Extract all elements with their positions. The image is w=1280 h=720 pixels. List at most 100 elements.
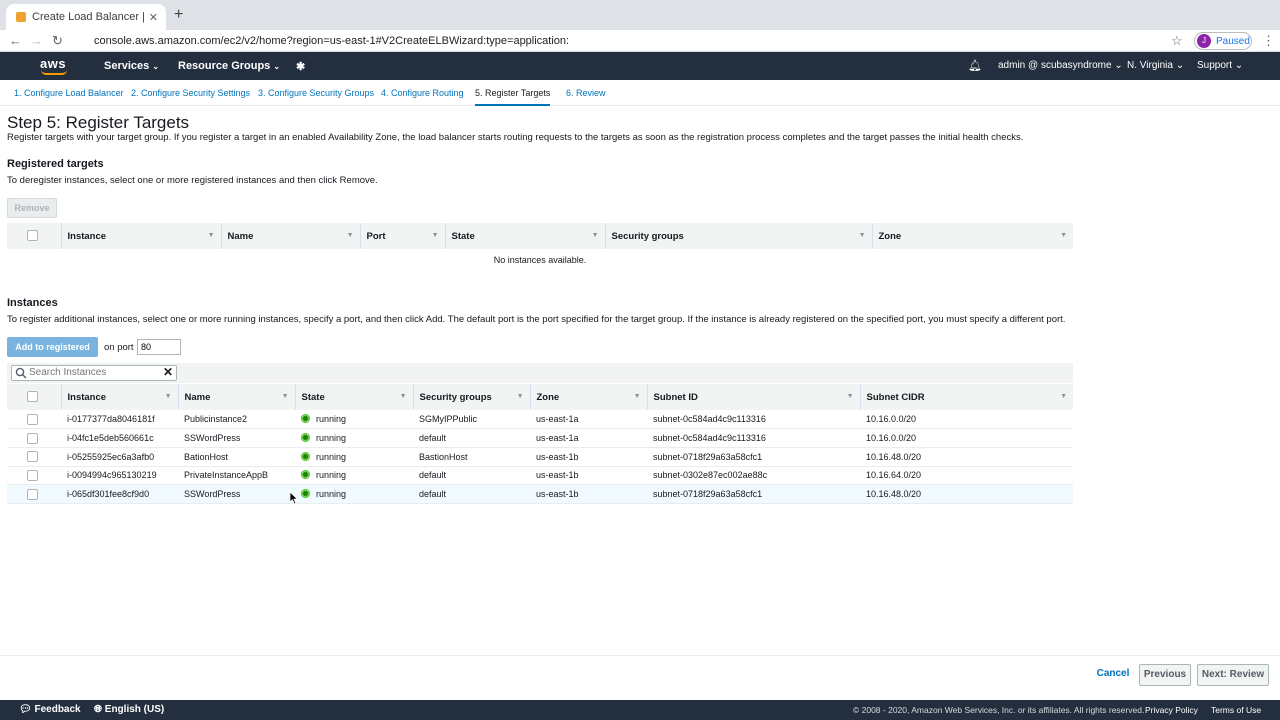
browser-toolbar: ← → ↻ console.aws.amazon.com/ec2/v2/home… — [0, 30, 1280, 52]
checkbox[interactable] — [27, 488, 38, 500]
checkbox[interactable] — [27, 451, 38, 463]
table-row[interactable]: i-04fc1e5deb560661c SSWordPress running … — [7, 428, 1073, 448]
col-zone[interactable]: Zone ▼ — [871, 223, 1073, 249]
col-state[interactable]: State ▼ — [444, 223, 605, 249]
col-label: Security groups — [419, 391, 492, 403]
step-5[interactable]: 5. Register Targets — [475, 88, 551, 106]
checkbox[interactable] — [27, 230, 38, 242]
row-checkbox-cell[interactable] — [7, 484, 61, 504]
profile-button[interactable]: J Paused — [1194, 32, 1252, 50]
privacy-link[interactable]: Privacy Policy — [1145, 705, 1198, 715]
bookmark-star-icon[interactable]: ☆ — [1171, 33, 1183, 49]
col-label: Subnet CIDR — [866, 391, 925, 403]
select-all-registered[interactable] — [7, 223, 61, 249]
browser-menu-icon[interactable]: ⋮ — [1262, 33, 1275, 49]
col-port[interactable]: Port ▼ — [359, 223, 445, 249]
col-label: State — [451, 230, 475, 242]
empty-message: No instances available. — [493, 254, 587, 265]
checkbox[interactable] — [27, 432, 38, 444]
step-4[interactable]: 4. Configure Routing — [381, 88, 464, 98]
table-row[interactable]: i-0177377da8046181f Publicinstance2 runn… — [7, 410, 1073, 430]
browser-tab[interactable]: Create Load Balancer | EC2 Ma ✕ — [6, 4, 166, 30]
table-row[interactable]: i-05255925ec6a3afb0 BationHost running B… — [7, 447, 1073, 467]
col-name[interactable]: Name ▼ — [220, 223, 360, 249]
col-label: Zone — [536, 391, 560, 403]
col-name[interactable]: Name ▼ — [177, 384, 295, 410]
tab-title: Create Load Balancer | EC2 Ma — [32, 11, 148, 23]
col-label: Name — [227, 230, 254, 242]
step-2[interactable]: 2. Configure Security Settings — [131, 88, 250, 98]
instance-id: i-065df301fee8cf9d0 — [61, 484, 178, 504]
col-security-groups[interactable]: Security groups ▼ — [604, 223, 872, 249]
instances-table: Instance ▼ Name ▼ State ▼ Security groups ▼ … — [7, 384, 1073, 504]
step-1[interactable]: 1. Configure Load Balancer — [14, 88, 124, 98]
table-row[interactable]: i-065df301fee8cf9d0 SSWordPress running … — [7, 484, 1073, 504]
col-subnet-cidr[interactable]: Subnet CIDR ▼ — [859, 384, 1073, 410]
step-3[interactable]: 3. Configure Security Groups — [258, 88, 374, 98]
row-checkbox-cell[interactable] — [7, 428, 61, 448]
col-label: Name — [184, 391, 211, 403]
col-instance[interactable]: Instance ▼ — [60, 223, 221, 249]
add-to-registered-button[interactable]: Add to registered — [7, 337, 98, 357]
row-checkbox-cell[interactable] — [7, 447, 61, 467]
running-status-icon — [301, 414, 310, 424]
registered-targets-desc: To deregister instances, select one or m… — [7, 175, 378, 186]
search-input[interactable] — [29, 366, 159, 379]
language-selector[interactable]: 🌐︎ English (US) — [94, 704, 164, 715]
cancel-button[interactable]: Cancel — [1093, 664, 1133, 686]
account-menu[interactable]: admin @ scubasyndrome ⌄ — [998, 60, 1123, 71]
search-icon — [15, 367, 27, 379]
checkbox[interactable] — [27, 469, 38, 481]
port-input[interactable] — [137, 339, 181, 355]
back-icon[interactable]: ← — [9, 33, 22, 49]
select-all-instances[interactable] — [7, 384, 61, 410]
instance-id: i-04fc1e5deb560661c — [61, 428, 178, 448]
table-row[interactable]: i-0094994c965130219 PrivateInstanceAppB … — [7, 466, 1073, 486]
instances-desc: To register additional instances, select… — [7, 314, 1066, 325]
row-checkbox-cell[interactable] — [7, 410, 61, 430]
smile-icon — [41, 70, 67, 75]
new-tab-button[interactable]: + — [174, 7, 183, 23]
col-instance[interactable]: Instance ▼ — [60, 384, 178, 410]
col-state[interactable]: State ▼ — [294, 384, 413, 410]
region-menu[interactable]: N. Virginia ⌄ — [1127, 60, 1184, 71]
pin-icon[interactable]: ✱ — [296, 60, 305, 73]
remove-button[interactable]: Remove — [7, 198, 57, 218]
row-checkbox-cell[interactable] — [7, 466, 61, 486]
col-security-groups[interactable]: Security groups ▼ — [412, 384, 530, 410]
clear-search-icon[interactable]: ✕ — [163, 366, 173, 378]
col-label: State — [301, 391, 325, 403]
chat-icon: 💬︎ — [19, 704, 32, 715]
services-label: Services — [104, 60, 150, 72]
support-menu[interactable]: Support ⌄ — [1197, 60, 1243, 71]
resource-groups-menu[interactable]: Resource Groups ⌄ — [178, 60, 280, 72]
bell-icon[interactable]: 🔔︎ — [968, 59, 982, 72]
zone: us-east-1b — [530, 484, 647, 504]
checkbox[interactable] — [27, 413, 38, 425]
instance-name: SSWordPress — [178, 484, 295, 504]
feedback-link[interactable]: 💬︎ Feedback — [19, 704, 81, 715]
checkbox[interactable] — [27, 391, 38, 403]
previous-button[interactable]: Previous — [1139, 664, 1191, 686]
address-bar[interactable]: console.aws.amazon.com/ec2/v2/home?regio… — [80, 32, 1190, 50]
account-label: admin @ scubasyndrome — [998, 60, 1112, 71]
state-label: running — [316, 489, 347, 500]
sort-icon: ▼ — [846, 393, 854, 400]
aws-logo[interactable]: aws — [40, 56, 67, 75]
col-subnet-id[interactable]: Subnet ID ▼ — [646, 384, 860, 410]
zone: us-east-1b — [530, 466, 647, 486]
aws-top-nav: aws Services ⌄ Resource Groups ⌄ ✱ 🔔︎ ad… — [0, 52, 1280, 80]
instances-heading: Instances — [7, 297, 58, 309]
step-6[interactable]: 6. Review — [566, 88, 606, 98]
subnet-cidr: 10.16.64.0/20 — [860, 466, 1073, 486]
sort-icon: ▼ — [1060, 232, 1067, 239]
reload-icon[interactable]: ↻ — [52, 33, 63, 49]
sort-icon: ▼ — [1060, 393, 1067, 400]
chevron-down-icon: ⌄ — [273, 62, 281, 71]
forward-icon[interactable]: → — [30, 33, 43, 49]
services-menu[interactable]: Services ⌄ — [104, 60, 159, 72]
col-zone[interactable]: Zone ▼ — [529, 384, 647, 410]
close-tab-icon[interactable]: ✕ — [149, 11, 158, 24]
next-review-button[interactable]: Next: Review — [1197, 664, 1269, 686]
terms-link[interactable]: Terms of Use — [1211, 705, 1261, 715]
